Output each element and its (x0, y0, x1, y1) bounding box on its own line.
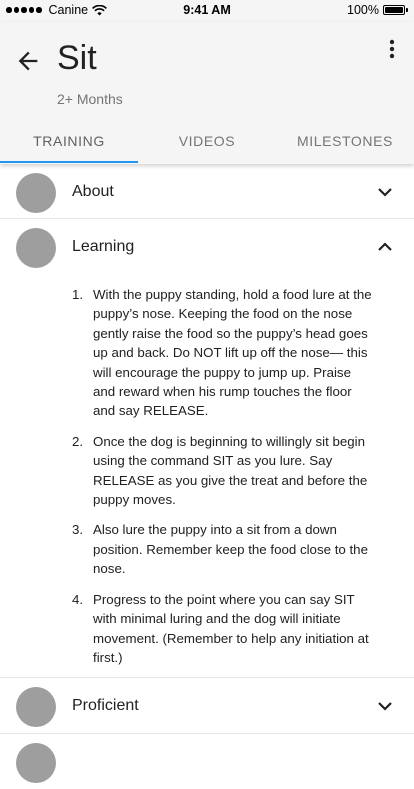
section-learning[interactable]: Learning (0, 219, 414, 275)
tab-training[interactable]: TRAINING (0, 133, 138, 149)
chevron-up-icon[interactable] (377, 241, 393, 253)
battery-icon (383, 5, 405, 15)
more-options-button[interactable] (380, 36, 404, 64)
battery-percent: 100% (347, 3, 379, 17)
step-number: 3. (72, 522, 84, 538)
app-header: Sit 2+ Months TRAINING VIDEOS MILESTONES (0, 22, 414, 164)
list-item: 4. Progress to the point where you can s… (72, 590, 376, 668)
section-avatar (16, 228, 56, 268)
arrow-back-icon (18, 51, 38, 71)
step-text: Also lure the puppy into a sit from a do… (93, 522, 368, 577)
page-subtitle: 2+ Months (57, 91, 123, 107)
more-vert-icon (389, 39, 395, 59)
tab-milestones[interactable]: MILESTONES (276, 133, 414, 149)
section-proficient[interactable]: Proficient (0, 678, 414, 735)
step-text: With the puppy standing, hold a food lur… (93, 287, 372, 419)
step-number: 1. (72, 287, 84, 302)
learning-steps: 1. With the puppy standing, hold a food … (0, 275, 414, 677)
chevron-down-icon[interactable] (377, 186, 393, 198)
battery-tip (406, 8, 408, 12)
status-right: 100% (347, 3, 408, 17)
section-next-partial[interactable] (0, 734, 414, 789)
section-label: Proficient (72, 697, 139, 715)
section-label: Learning (72, 238, 135, 255)
section-about[interactable]: About (0, 164, 414, 219)
list-item: 3. Also lure the puppy into a sit from a… (72, 520, 376, 578)
step-number: 4. (72, 591, 84, 607)
step-text: Progress to the point where you can say … (93, 591, 369, 665)
tab-videos[interactable]: VIDEOS (138, 133, 276, 149)
status-bar: Canine 9:41 AM 100% (0, 0, 414, 22)
step-number: 2. (72, 433, 84, 449)
back-button[interactable] (14, 47, 42, 75)
section-avatar (16, 743, 56, 784)
tab-indicator (0, 161, 138, 163)
list-item: 1. With the puppy standing, hold a food … (72, 285, 376, 421)
step-text: Once the dog is beginning to willingly s… (93, 433, 368, 508)
page-title: Sit (57, 39, 97, 77)
section-avatar (16, 687, 56, 728)
section-avatar (16, 173, 56, 213)
section-label: About (72, 183, 114, 200)
chevron-down-icon[interactable] (377, 700, 393, 712)
training-content: About Learning 1. With the puppy standin… (0, 164, 414, 789)
list-item: 2. Once the dog is beginning to willingl… (72, 432, 376, 510)
